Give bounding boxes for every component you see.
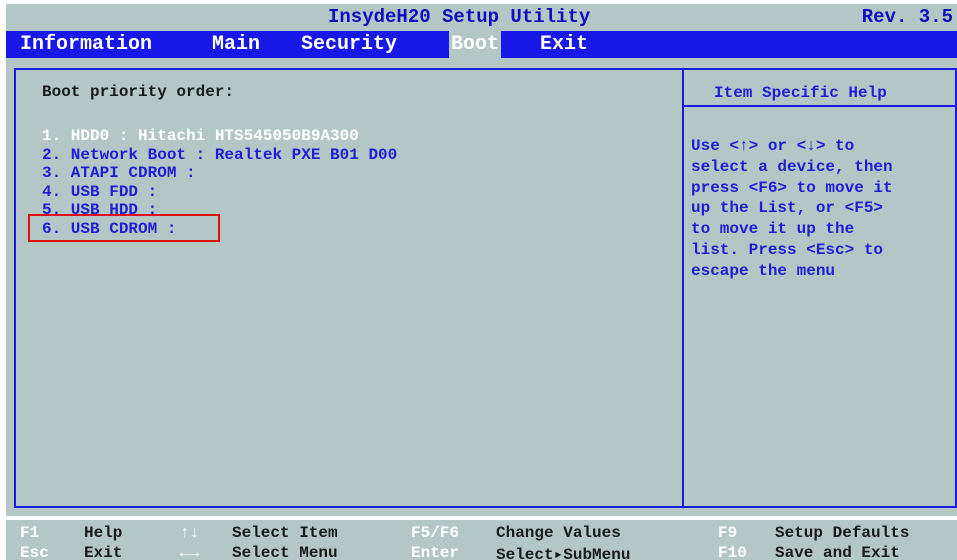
key-legend-footer: F1 Help ↑↓ Select Item F5/F6 Change Valu… xyxy=(6,520,957,560)
key-f9-desc: Setup Defaults xyxy=(775,524,910,542)
help-text: Use <↑> or <↓> to select a device, then … xyxy=(691,137,893,280)
key-updown-desc: Select Item xyxy=(232,524,338,542)
key-f10: F10 xyxy=(718,544,747,560)
key-enter: Enter xyxy=(411,544,460,560)
key-f9: F9 xyxy=(718,524,738,542)
key-leftright: ←→ xyxy=(180,544,200,560)
key-f1: F1 xyxy=(20,524,40,542)
key-f10-desc: Save and Exit xyxy=(775,544,900,560)
title-bar: InsydeH20 Setup Utility Rev. 3.5 xyxy=(6,4,957,31)
main-panel: Boot priority order: 1. HDD0 : Hitachi H… xyxy=(6,58,957,516)
key-esc: Esc xyxy=(20,544,49,560)
boot-item-atapi-cdrom[interactable]: 3. ATAPI CDROM : xyxy=(42,164,397,183)
help-divider-vertical xyxy=(682,68,684,508)
key-esc-desc: Exit xyxy=(84,544,123,560)
boot-item-hdd0[interactable]: 1. HDD0 : Hitachi HTS545050B9A300 xyxy=(42,127,397,146)
key-leftright-desc: Select Menu xyxy=(232,544,338,560)
key-updown: ↑↓ xyxy=(180,524,200,542)
boot-item-network[interactable]: 2. Network Boot : Realtek PXE B01 D00 xyxy=(42,146,397,165)
help-title: Item Specific Help xyxy=(714,84,887,102)
menu-information[interactable]: Information xyxy=(18,31,154,58)
menu-main[interactable]: Main xyxy=(210,31,262,58)
utility-title: InsydeH20 Setup Utility xyxy=(328,6,591,28)
menu-exit[interactable]: Exit xyxy=(538,31,590,58)
key-enter-desc: Select▸SubMenu xyxy=(496,546,631,560)
help-divider-horizontal xyxy=(682,105,957,107)
menu-bar: Information Main Security Boot Exit xyxy=(6,31,957,58)
bios-setup-screen: InsydeH20 Setup Utility Rev. 3.5 Informa… xyxy=(0,0,957,560)
key-f5f6-desc: Change Values xyxy=(496,524,621,542)
key-f5f6: F5/F6 xyxy=(411,524,460,542)
usb-hdd-highlight-box xyxy=(28,214,220,242)
boot-item-usb-fdd[interactable]: 4. USB FDD : xyxy=(42,183,397,202)
menu-security[interactable]: Security xyxy=(299,31,399,58)
menu-boot[interactable]: Boot xyxy=(449,31,502,58)
key-f1-desc: Help xyxy=(84,524,123,542)
revision-label: Rev. 3.5 xyxy=(861,6,953,28)
boot-priority-heading: Boot priority order: xyxy=(42,83,235,101)
